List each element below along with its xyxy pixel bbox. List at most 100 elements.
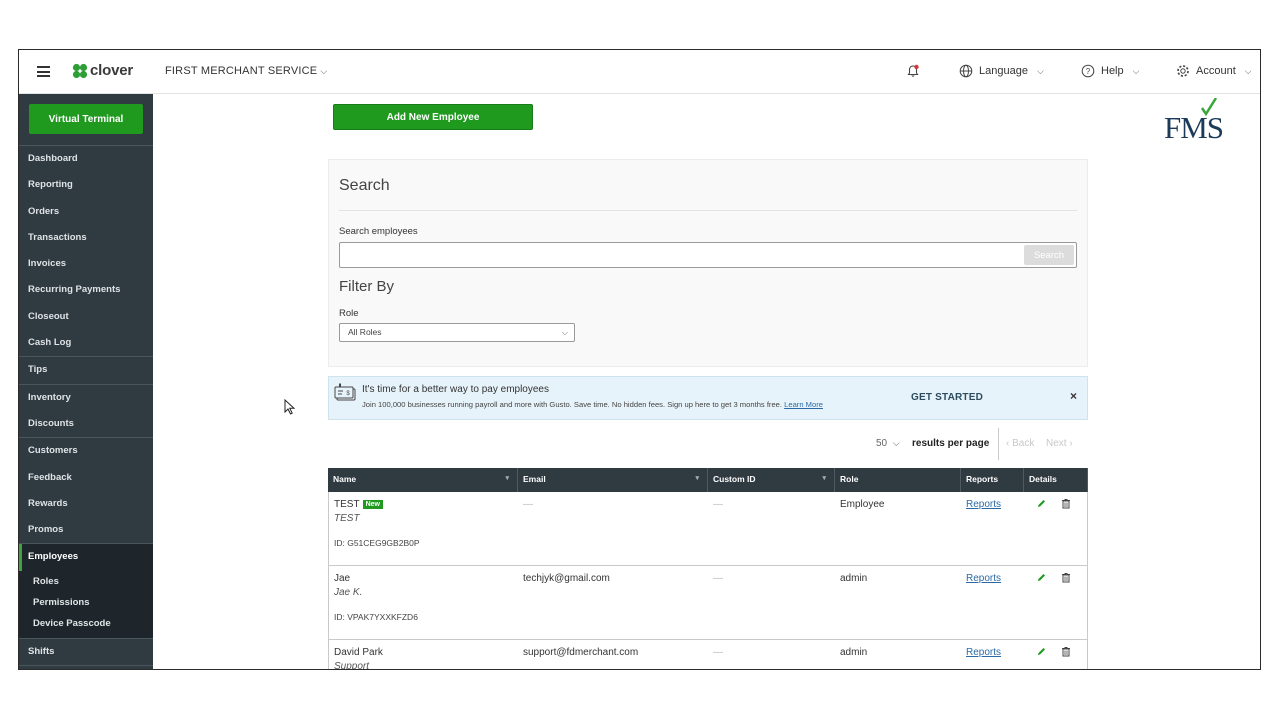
sidebar-group: Dashboard Reporting Orders Transactions Invo…	[19, 146, 153, 358]
virtual-terminal-button[interactable]: Virtual Terminal	[29, 104, 143, 134]
chevron-down-icon: ⌵	[320, 66, 328, 76]
cell-role-value: Employee	[840, 499, 885, 510]
table-row: David Park Support support@fdmerchant.com —…	[328, 640, 1088, 670]
help-label: Help	[1101, 65, 1124, 77]
help-menu[interactable]: ? Help ⌵	[1081, 64, 1139, 78]
sidebar-item-cash-log[interactable]: Cash Log	[19, 330, 153, 356]
get-started-button[interactable]: GET STARTED	[911, 392, 983, 403]
employee-name-line: David Park	[334, 647, 518, 658]
reports-link[interactable]: Reports	[966, 573, 1001, 584]
trash-icon[interactable]	[1061, 646, 1071, 660]
cell-email-value: —	[523, 499, 533, 510]
pencil-icon[interactable]	[1036, 498, 1047, 512]
trash-icon[interactable]	[1061, 498, 1071, 512]
employees-table: Name ▾ Email ▾ Custom ID ▾ Role Reports Details …	[328, 468, 1088, 670]
banner-subtext-body: Join 100,000 businesses running payroll …	[362, 400, 783, 409]
column-header-details: Details	[1024, 468, 1088, 492]
column-header-label: Email	[523, 474, 546, 484]
sidebar-item-rewards[interactable]: Rewards	[19, 491, 153, 517]
sidebar: Virtual Terminal Dashboard Reporting Order…	[19, 94, 153, 669]
sidebar-item-employees[interactable]: Employees	[19, 544, 153, 571]
sidebar-item-promos[interactable]: Promos	[19, 517, 153, 543]
column-header-label: Role	[840, 474, 859, 484]
clover-logo[interactable]: clover	[72, 62, 133, 79]
sidebar-item-closeout[interactable]: Closeout	[19, 304, 153, 330]
search-button[interactable]: Search	[1024, 245, 1074, 265]
chevron-down-icon: ⌵	[1036, 65, 1044, 76]
cell-name: TEST New TEST ID: G51CEG9GB2B0P	[329, 492, 518, 565]
per-page-value: 50	[876, 438, 888, 449]
sidebar-item-feedback[interactable]: Feedback	[19, 465, 153, 491]
reports-link[interactable]: Reports	[966, 647, 1001, 658]
next-link[interactable]: Next ›	[1046, 438, 1073, 449]
notifications-button[interactable]	[906, 64, 920, 83]
sidebar-subitem-device-passcode[interactable]: Device Passcode	[19, 612, 153, 634]
search-field: Search	[339, 242, 1077, 268]
sidebar-item-shifts[interactable]: Shifts	[19, 639, 153, 665]
pencil-icon[interactable]	[1036, 646, 1047, 660]
pencil-icon[interactable]	[1036, 572, 1047, 586]
employee-id: ID: VPAK7YXXKFZD6	[334, 612, 418, 622]
sort-icon: ▾	[822, 475, 826, 482]
per-page-select[interactable]: 50 ⌵	[876, 438, 900, 449]
role-select[interactable]: All Roles ⌵	[339, 323, 575, 342]
account-menu[interactable]: Account ⌵	[1176, 64, 1252, 78]
cell-reports: Reports	[961, 492, 1024, 565]
cell-email-value: support@fdmerchant.com	[523, 647, 639, 658]
hamburger-icon[interactable]	[37, 66, 50, 77]
column-header-label: Custom ID	[713, 474, 756, 484]
column-header-name[interactable]: Name ▾	[328, 468, 518, 492]
column-header-email[interactable]: Email ▾	[518, 468, 708, 492]
sidebar-subitem-permissions[interactable]: Permissions	[19, 591, 153, 613]
sidebar-item-recurring-payments[interactable]: Recurring Payments	[19, 277, 153, 303]
cell-role: Employee	[835, 492, 961, 565]
employee-nickname: Support	[334, 661, 370, 670]
cell-email: —	[518, 492, 708, 565]
column-header-reports: Reports	[961, 468, 1024, 492]
sidebar-group: Tips	[19, 357, 153, 385]
sidebar-subitem-roles[interactable]: Roles	[19, 570, 153, 592]
reports-link[interactable]: Reports	[966, 499, 1001, 510]
learn-more-link[interactable]: Learn More	[784, 400, 823, 409]
language-menu[interactable]: Language ⌵	[959, 64, 1044, 78]
cell-email: techjyk@gmail.com	[518, 566, 708, 639]
back-link[interactable]: ‹ Back	[1006, 438, 1034, 449]
sidebar-item-dashboard[interactable]: Dashboard	[19, 146, 153, 172]
payroll-icon: $	[334, 383, 358, 410]
divider	[339, 210, 1077, 211]
cell-name: Jae Jae K. ID: VPAK7YXXKFZD6	[329, 566, 518, 639]
sidebar-group: Customers Feedback Rewards Promos	[19, 438, 153, 545]
column-header-label: Name	[333, 474, 357, 484]
sidebar-item-discounts[interactable]: Discounts	[19, 411, 153, 437]
cell-role: admin	[835, 640, 961, 669]
search-employees-label: Search employees	[339, 226, 418, 237]
search-input[interactable]	[344, 246, 1018, 266]
trash-icon[interactable]	[1061, 572, 1071, 586]
column-header-custom-id[interactable]: Custom ID ▾	[708, 468, 835, 492]
add-new-employee-button[interactable]: Add New Employee	[333, 104, 533, 130]
employee-name: Jae	[334, 573, 351, 584]
app-window: clover FIRST MERCHANT SERVICE ⌵ Language ⌵	[18, 49, 1261, 670]
table-row: TEST New TEST ID: G51CEG9GB2B0P — — Employee Re…	[328, 492, 1088, 566]
sidebar-item-reporting[interactable]: Reporting	[19, 172, 153, 198]
sidebar-item-transactions[interactable]: Transactions	[19, 225, 153, 251]
brand-name: clover	[90, 62, 133, 79]
cell-role-value: admin	[840, 573, 868, 584]
cell-details	[1024, 566, 1087, 639]
column-header-label: Details	[1029, 474, 1057, 484]
sidebar-item-invoices[interactable]: Invoices	[19, 251, 153, 277]
virtual-terminal-section: Virtual Terminal	[19, 94, 153, 146]
employee-name-line: TEST New	[334, 499, 518, 510]
employee-nickname: TEST	[334, 513, 360, 524]
sidebar-item-inventory[interactable]: Inventory	[19, 385, 153, 411]
close-icon[interactable]: ×	[1070, 389, 1077, 403]
sidebar-item-orders[interactable]: Orders	[19, 199, 153, 225]
fms-logo-text: FMS	[1164, 110, 1223, 142]
merchant-selector[interactable]: FIRST MERCHANT SERVICE ⌵	[165, 65, 327, 77]
sidebar-item-customers[interactable]: Customers	[19, 438, 153, 464]
cell-email-value: techjyk@gmail.com	[523, 573, 610, 584]
language-label: Language	[979, 65, 1028, 77]
column-header-role: Role	[835, 468, 961, 492]
employee-nickname: Jae K.	[334, 587, 363, 598]
sidebar-item-tips[interactable]: Tips	[19, 357, 153, 383]
